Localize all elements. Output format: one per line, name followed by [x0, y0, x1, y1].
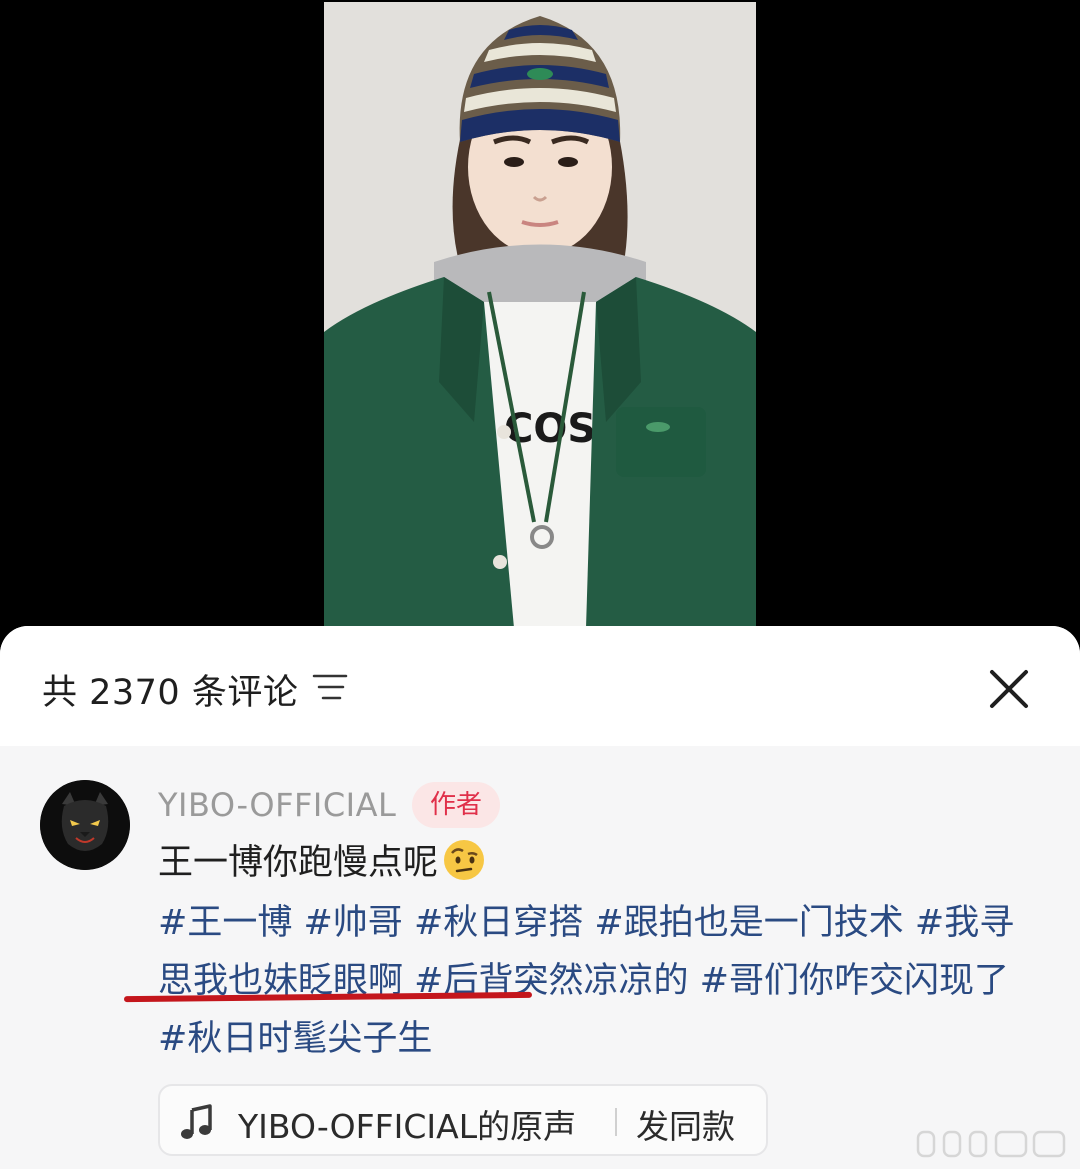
- hashtag-link[interactable]: #王一博: [158, 903, 292, 943]
- original-sound-button[interactable]: YIBO-OFFICIAL的原声 发同款: [158, 1084, 768, 1156]
- comment-sheet: 共 2370 条评论 YIBO-OFFICIAL 作者 王一博你跑慢点呢 #王一…: [0, 626, 1080, 1169]
- author-badge: 作者: [412, 782, 500, 828]
- hashtag-link[interactable]: #哥们你咋交闪现了: [700, 961, 1009, 1001]
- raised-eyebrow-face-icon: [444, 840, 485, 880]
- hashtag-link[interactable]: #秋日时髦尖子生: [158, 1019, 432, 1059]
- video-person-image: COS: [324, 2, 756, 628]
- video-frame: COS: [324, 2, 756, 628]
- comment-username[interactable]: YIBO-OFFICIAL: [158, 786, 396, 824]
- use-sound-button[interactable]: 发同款: [636, 1100, 735, 1148]
- avatar[interactable]: [40, 780, 130, 870]
- comment-text: 王一博你跑慢点呢: [158, 843, 439, 883]
- music-note-icon: [181, 1104, 212, 1139]
- pill-divider: [615, 1108, 617, 1136]
- sound-label: YIBO-OFFICIAL的原声: [238, 1107, 577, 1146]
- hashtag-list: #王一博 #帅哥 #秋日穿搭 #跟拍也是一门技术 #我寻思我也妹眨眼啊 #后背突…: [158, 894, 1028, 1068]
- sort-lines-icon[interactable]: [312, 672, 348, 702]
- comment-item: YIBO-OFFICIAL 作者 王一博你跑慢点呢 #王一博 #帅哥 #秋日穿搭…: [0, 746, 1080, 1169]
- hashtag-link[interactable]: #跟拍也是一门技术: [594, 903, 903, 943]
- hashtag-link[interactable]: #秋日穿搭: [414, 903, 583, 943]
- panther-avatar-icon: [40, 780, 130, 870]
- weibo-watermark-icon: [916, 1130, 1066, 1158]
- comment-count: 共 2370 条评论: [42, 673, 299, 713]
- video-player[interactable]: COS: [0, 0, 1080, 640]
- comment-sheet-header: 共 2370 条评论: [0, 626, 1080, 746]
- hashtag-link[interactable]: #帅哥: [303, 903, 402, 943]
- comment-body: 王一博你跑慢点呢: [158, 834, 1038, 892]
- close-icon[interactable]: [984, 664, 1034, 714]
